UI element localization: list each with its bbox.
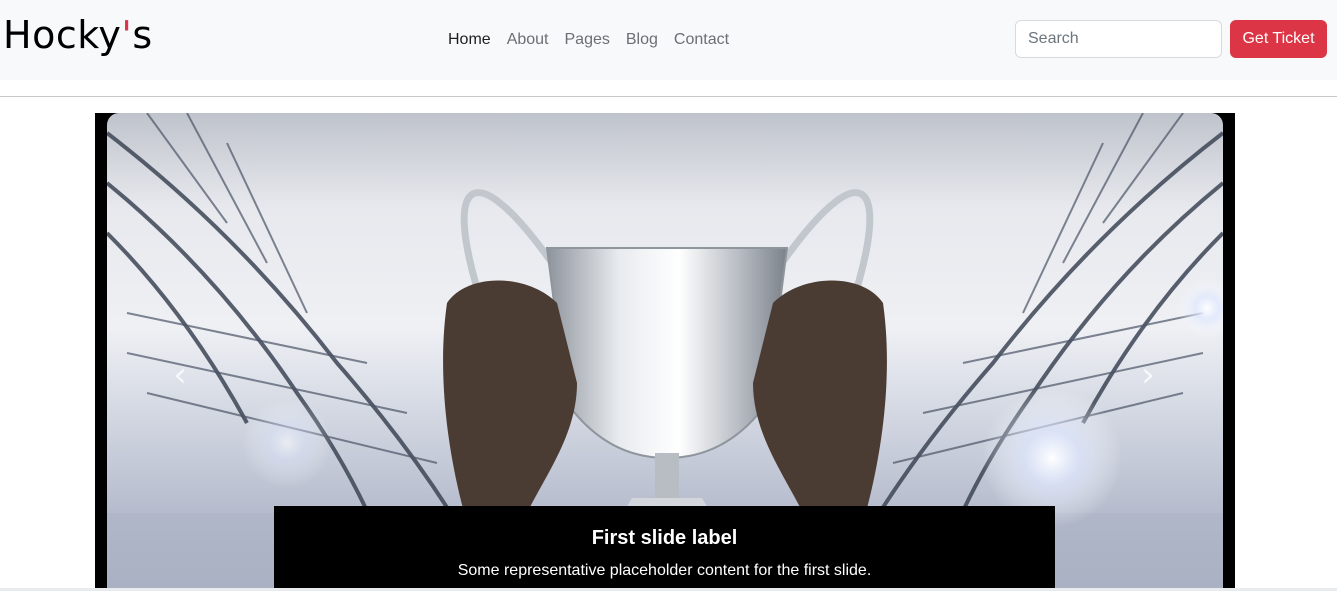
caption-title: First slide label [591, 527, 738, 549]
navbar: Hocky's Home About Pages Blog Contact Ge… [0, 0, 1337, 80]
carousel-prev-button[interactable]: ‹ [160, 355, 200, 395]
brand-logo[interactable]: Hocky's [3, 13, 153, 57]
nav-contact[interactable]: Contact [666, 29, 737, 51]
carousel-caption: First slide label Some representative pl… [274, 506, 1055, 591]
nav-blog[interactable]: Blog [618, 29, 666, 51]
nav-pages[interactable]: Pages [557, 29, 618, 51]
caption-text: Some representative placeholder content … [457, 562, 872, 579]
chevron-left-icon: ‹ [173, 355, 187, 395]
search-input[interactable] [1015, 20, 1222, 58]
brand-suffix: s [132, 13, 153, 57]
nav-home[interactable]: Home [440, 29, 499, 51]
nav-about[interactable]: About [499, 29, 557, 51]
brand-name: Hocky [3, 13, 122, 57]
brand-apostrophe: ' [121, 13, 133, 57]
carousel-next-button[interactable]: › [1128, 355, 1168, 395]
main-nav: Home About Pages Blog Contact [440, 29, 737, 51]
chevron-right-icon: › [1141, 355, 1155, 395]
header-divider [0, 96, 1337, 97]
get-ticket-button[interactable]: Get Ticket [1230, 20, 1327, 58]
